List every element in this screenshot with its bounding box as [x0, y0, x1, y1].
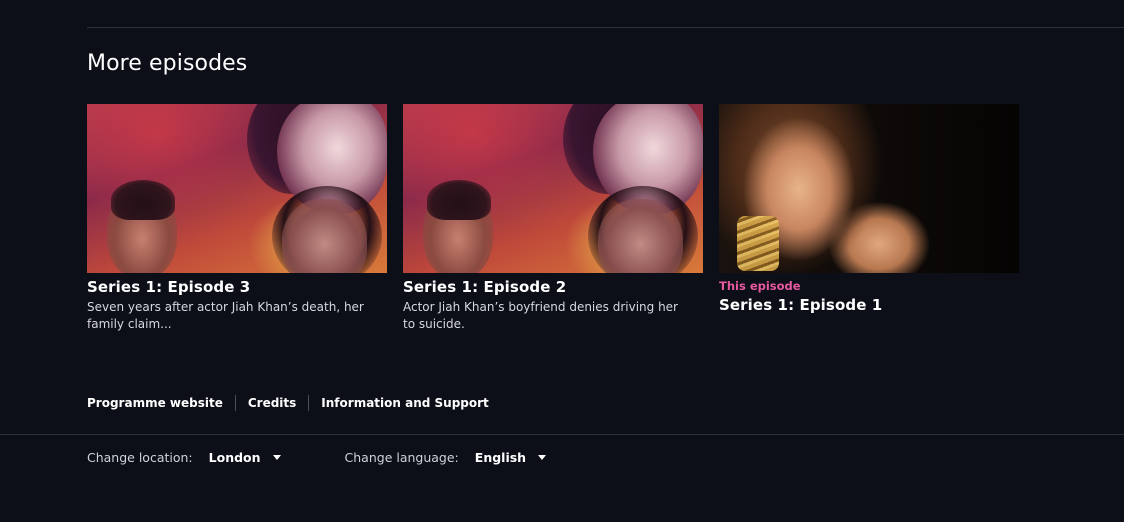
language-setting: Change language: English — [345, 450, 547, 465]
episode-thumbnail[interactable] — [87, 104, 387, 273]
credits-link[interactable]: Credits — [248, 396, 296, 410]
settings-bar: Change location: London Change language:… — [87, 450, 547, 465]
episode-thumbnail[interactable] — [403, 104, 703, 273]
caret-down-icon[interactable] — [538, 455, 547, 460]
location-setting: Change location: London — [87, 450, 281, 465]
location-value[interactable]: London — [209, 450, 261, 465]
section-title: More episodes — [87, 51, 248, 76]
thumbnail-art — [598, 199, 683, 273]
caret-down-icon[interactable] — [272, 455, 281, 460]
divider — [234, 395, 236, 411]
episode-title[interactable]: Series 1: Episode 2 — [403, 278, 703, 296]
footer-links: Programme website Credits Information an… — [87, 395, 489, 411]
episode-description: Actor Jiah Khan’s boyfriend denies drivi… — [403, 300, 678, 331]
episode-title[interactable]: Series 1: Episode 1 — [719, 296, 1019, 314]
episode-description: Seven years after actor Jiah Khan’s deat… — [87, 300, 364, 331]
language-label: Change language: — [344, 450, 459, 465]
information-and-support-link[interactable]: Information and Support — [321, 396, 488, 410]
top-divider — [87, 27, 1124, 28]
current-episode-label: This episode — [719, 279, 801, 293]
divider — [308, 395, 310, 411]
thumbnail-art — [111, 180, 175, 220]
location-label: Change location: — [87, 450, 193, 465]
location-dropdown[interactable]: London — [209, 450, 281, 465]
language-dropdown[interactable]: English — [475, 450, 547, 465]
episode-card-3[interactable]: Series 1: Episode 3 Seven years after ac… — [87, 104, 387, 333]
thumbnail-art — [737, 216, 779, 271]
episode-title[interactable]: Series 1: Episode 3 — [87, 278, 387, 296]
bottom-divider — [0, 434, 1124, 435]
episode-thumbnail[interactable] — [719, 104, 1019, 273]
page: More episodes Series 1: Episode 3 Seven … — [0, 0, 1124, 522]
episode-list: Series 1: Episode 3 Seven years after ac… — [87, 104, 1019, 333]
thumbnail-art — [282, 199, 367, 273]
episode-card-2[interactable]: Series 1: Episode 2 Actor Jiah Khan’s bo… — [403, 104, 703, 333]
thumbnail-art — [427, 180, 491, 220]
programme-website-link[interactable]: Programme website — [87, 396, 223, 410]
language-value[interactable]: English — [475, 450, 526, 465]
episode-card-1[interactable]: This episode Series 1: Episode 1 — [719, 104, 1019, 333]
